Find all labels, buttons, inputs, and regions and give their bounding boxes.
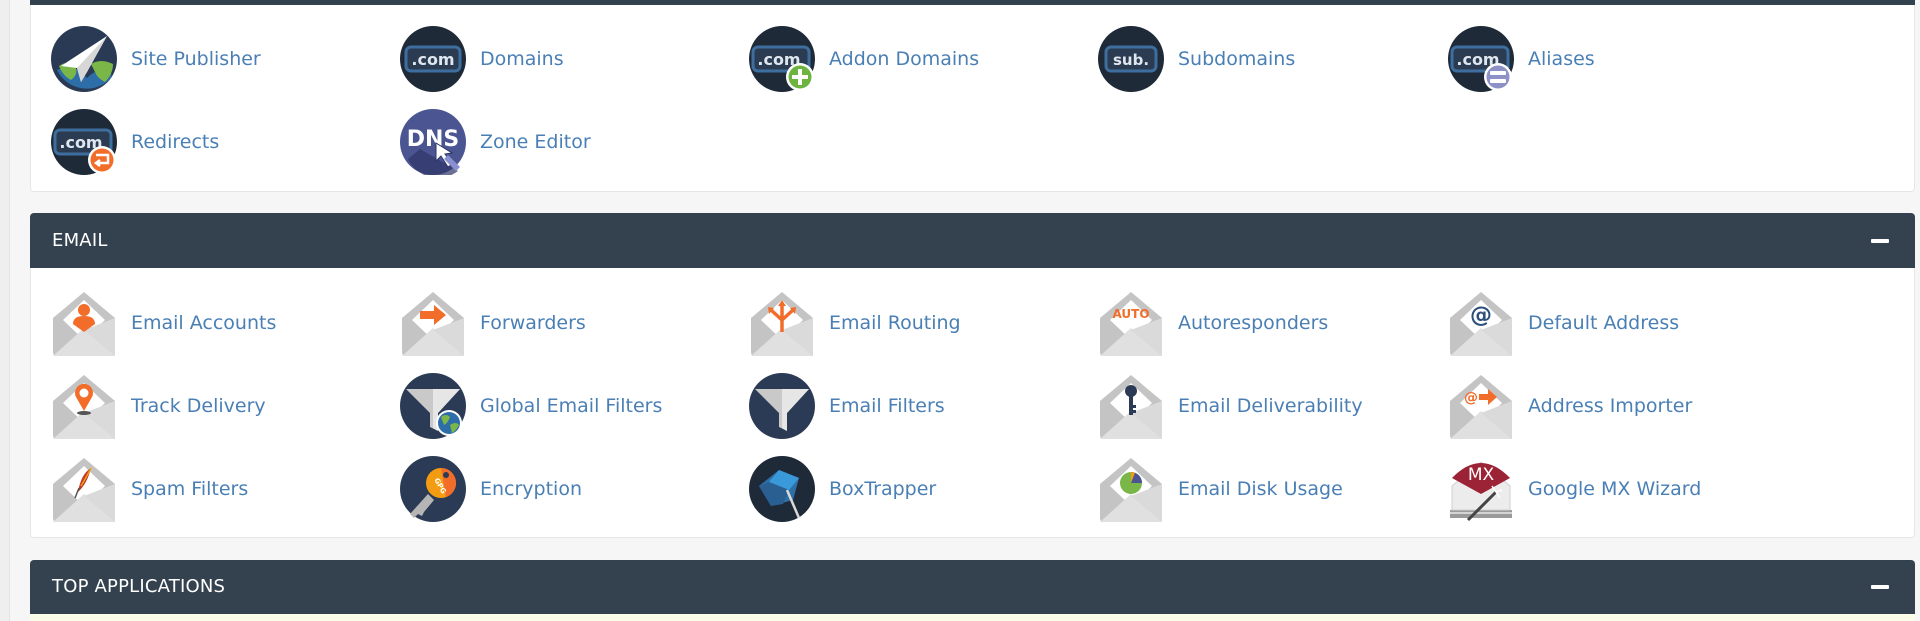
- autoresponders-icon: AUTO: [1098, 290, 1164, 356]
- default-address-link[interactable]: @ Default Address: [1448, 290, 1679, 356]
- email-section-body: Email Accounts Forwarders Email Routing …: [30, 268, 1915, 538]
- boxtrapper-label: BoxTrapper: [829, 478, 937, 500]
- google-mx-wizard-icon: MX: [1448, 456, 1514, 522]
- addon-domains-icon: .com: [749, 26, 815, 92]
- encryption-icon: GPG: [400, 456, 466, 522]
- svg-text:@: @: [1464, 390, 1478, 406]
- zone-editor-label: Zone Editor: [480, 131, 591, 153]
- addon-domains-label: Addon Domains: [829, 48, 980, 70]
- email-routing-icon: [749, 290, 815, 356]
- boxtrapper-icon: [749, 456, 815, 522]
- top-applications-section-title: TOP APPLICATIONS: [52, 576, 226, 597]
- site-publisher-label: Site Publisher: [131, 48, 261, 70]
- global-email-filters-label: Global Email Filters: [480, 395, 663, 417]
- email-disk-usage-label: Email Disk Usage: [1178, 478, 1343, 500]
- email-deliverability-icon: [1098, 373, 1164, 439]
- global-email-filters-link[interactable]: Global Email Filters: [400, 373, 662, 439]
- email-accounts-link[interactable]: Email Accounts: [51, 290, 276, 356]
- redirects-label: Redirects: [131, 131, 220, 153]
- svg-text:DNS: DNS: [407, 127, 460, 152]
- boxtrapper-link[interactable]: BoxTrapper: [749, 456, 936, 522]
- domains-section-body: Site Publisher .com Domains .com Addon D…: [30, 5, 1915, 192]
- address-importer-link[interactable]: @ Address Importer: [1448, 373, 1692, 439]
- email-deliverability-label: Email Deliverability: [1178, 395, 1363, 417]
- subdomains-icon: sub.: [1098, 26, 1164, 92]
- default-address-label: Default Address: [1528, 312, 1680, 334]
- top-applications-section-header[interactable]: TOP APPLICATIONS: [30, 560, 1915, 614]
- spam-filters-icon: [51, 456, 117, 522]
- email-section-title: EMAIL: [52, 230, 108, 251]
- forwarders-icon: [400, 290, 466, 356]
- track-delivery-label: Track Delivery: [131, 395, 266, 417]
- email-section-header[interactable]: EMAIL: [30, 213, 1915, 268]
- track-delivery-link[interactable]: Track Delivery: [51, 373, 266, 439]
- svg-text:AUTO: AUTO: [1112, 307, 1149, 321]
- email-filters-link[interactable]: Email Filters: [749, 373, 945, 439]
- global-email-filters-icon: [400, 373, 466, 439]
- email-accounts-icon: [51, 290, 117, 356]
- forwarders-link[interactable]: Forwarders: [400, 290, 586, 356]
- svg-text:@: @: [1470, 303, 1492, 328]
- aliases-link[interactable]: .com Aliases: [1448, 26, 1595, 92]
- subdomains-label: Subdomains: [1178, 48, 1296, 70]
- google-mx-wizard-label: Google MX Wizard: [1528, 478, 1702, 500]
- site-publisher-icon: [51, 26, 117, 92]
- redirects-link[interactable]: .com Redirects: [51, 109, 219, 175]
- address-importer-icon: @: [1448, 373, 1514, 439]
- site-publisher-link[interactable]: Site Publisher: [51, 26, 261, 92]
- zone-editor-icon: DNS: [400, 109, 466, 175]
- svg-text:.com: .com: [411, 50, 454, 69]
- minus-icon[interactable]: [1871, 585, 1889, 589]
- google-mx-wizard-link[interactable]: MX Google MX Wizard: [1448, 456, 1701, 522]
- email-accounts-label: Email Accounts: [131, 312, 277, 334]
- addon-domains-link[interactable]: .com Addon Domains: [749, 26, 979, 92]
- redirects-icon: .com: [51, 109, 117, 175]
- email-routing-label: Email Routing: [829, 312, 961, 334]
- email-disk-usage-icon: [1098, 456, 1164, 522]
- spam-filters-link[interactable]: Spam Filters: [51, 456, 248, 522]
- minus-icon[interactable]: [1871, 239, 1889, 243]
- track-delivery-icon: [51, 373, 117, 439]
- top-applications-section-body: [30, 614, 1915, 621]
- left-rail: [0, 0, 10, 621]
- email-filters-label: Email Filters: [829, 395, 945, 417]
- encryption-label: Encryption: [480, 478, 583, 500]
- address-importer-label: Address Importer: [1528, 395, 1693, 417]
- svg-text:MX: MX: [1468, 465, 1495, 485]
- domains-icon: .com: [400, 26, 466, 92]
- email-routing-link[interactable]: Email Routing: [749, 290, 961, 356]
- aliases-icon: .com: [1448, 26, 1514, 92]
- email-disk-usage-link[interactable]: Email Disk Usage: [1098, 456, 1343, 522]
- zone-editor-link[interactable]: DNS Zone Editor: [400, 109, 591, 175]
- domains-label: Domains: [480, 48, 564, 70]
- email-deliverability-link[interactable]: Email Deliverability: [1098, 373, 1363, 439]
- aliases-label: Aliases: [1528, 48, 1595, 70]
- email-filters-icon: [749, 373, 815, 439]
- autoresponders-label: Autoresponders: [1178, 312, 1329, 334]
- spam-filters-label: Spam Filters: [131, 478, 249, 500]
- domains-link[interactable]: .com Domains: [400, 26, 564, 92]
- subdomains-link[interactable]: sub. Subdomains: [1098, 26, 1295, 92]
- forwarders-label: Forwarders: [480, 312, 586, 334]
- autoresponders-link[interactable]: AUTO Autoresponders: [1098, 290, 1328, 356]
- default-address-icon: @: [1448, 290, 1514, 356]
- encryption-link[interactable]: GPG Encryption: [400, 456, 582, 522]
- svg-text:sub.: sub.: [1113, 51, 1149, 69]
